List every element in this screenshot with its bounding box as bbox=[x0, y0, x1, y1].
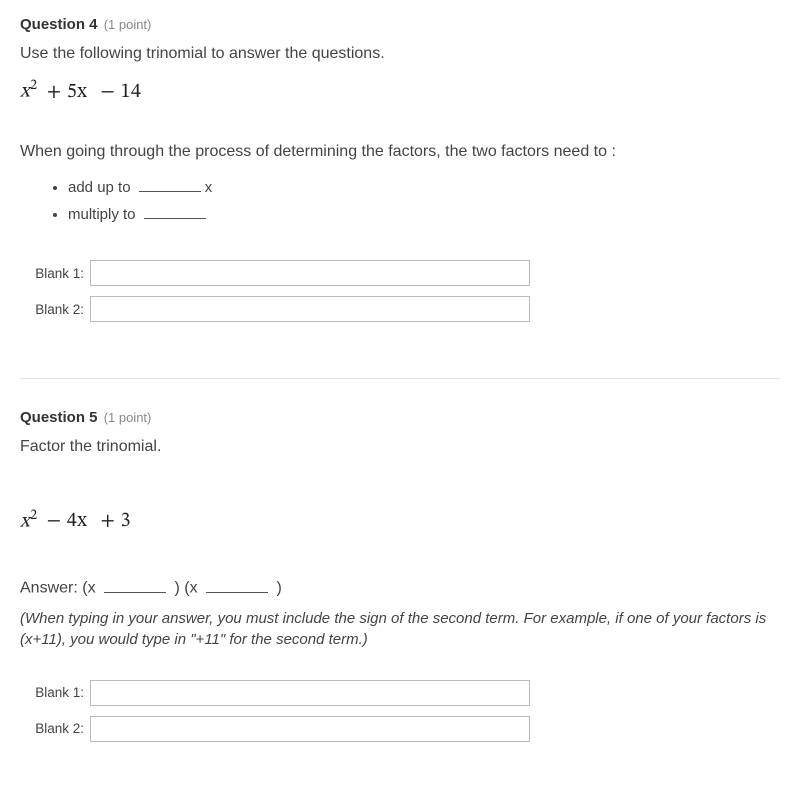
bullet-multiply: multiply to bbox=[68, 204, 780, 227]
trinomial-term-b: − 4x bbox=[47, 511, 88, 531]
q4-blank-1-input[interactable] bbox=[90, 260, 530, 286]
question-4-bullet-list: add up to x multiply to bbox=[20, 177, 780, 226]
q5-blank-1-row: Blank 1: bbox=[20, 680, 780, 706]
question-5-points: (1 point) bbox=[104, 410, 152, 425]
q5-blank-2-row: Blank 2: bbox=[20, 716, 780, 742]
fill-blank-line bbox=[206, 578, 268, 592]
trinomial-term-a: x bbox=[20, 82, 30, 102]
q4-blank-2-row: Blank 2: bbox=[20, 296, 780, 322]
question-4-label: Question 4 bbox=[20, 16, 98, 33]
trinomial-term-c: + 3 bbox=[101, 511, 132, 531]
question-4-header: Question 4 (1 point) bbox=[20, 16, 780, 33]
trinomial-term-b: + 5x bbox=[47, 82, 88, 102]
q4-blank-2-input[interactable] bbox=[90, 296, 530, 322]
answer-post: ) bbox=[272, 580, 282, 597]
q4-blank-2-label: Blank 2: bbox=[32, 302, 90, 317]
q4-blank-1-row: Blank 1: bbox=[20, 260, 780, 286]
question-4-trinomial: x2 + 5x − 14 bbox=[20, 77, 780, 105]
question-5: Question 5 (1 point) Factor the trinomia… bbox=[20, 409, 780, 779]
question-5-prompt: Factor the trinomial. bbox=[20, 436, 780, 458]
question-divider bbox=[20, 378, 780, 379]
trinomial-exp: 2 bbox=[30, 79, 37, 93]
q5-blank-1-label: Blank 1: bbox=[32, 685, 90, 700]
question-4: Question 4 (1 point) Use the following t… bbox=[20, 16, 780, 360]
bullet-1-pre: add up to bbox=[68, 179, 135, 196]
question-5-trinomial: x2 − 4x + 3 bbox=[20, 507, 780, 535]
question-4-prompt: Use the following trinomial to answer th… bbox=[20, 43, 780, 65]
question-5-label: Question 5 bbox=[20, 409, 98, 426]
bullet-1-post: x bbox=[205, 179, 213, 196]
question-5-answer-template: Answer: (x ) (x ) bbox=[20, 578, 780, 597]
fill-blank-line bbox=[104, 578, 166, 592]
question-4-subprompt: When going through the process of determ… bbox=[20, 141, 780, 163]
question-5-instruction: (When typing in your answer, you must in… bbox=[20, 608, 780, 650]
q4-blank-1-label: Blank 1: bbox=[32, 266, 90, 281]
answer-mid: ) (x bbox=[170, 580, 202, 597]
fill-blank-line bbox=[144, 205, 206, 219]
q5-blank-2-label: Blank 2: bbox=[32, 721, 90, 736]
q5-blank-2-input[interactable] bbox=[90, 716, 530, 742]
question-5-header: Question 5 (1 point) bbox=[20, 409, 780, 426]
q5-blank-1-input[interactable] bbox=[90, 680, 530, 706]
question-4-points: (1 point) bbox=[104, 17, 152, 32]
fill-blank-line bbox=[139, 179, 201, 193]
trinomial-term-a: x bbox=[20, 511, 30, 531]
answer-pre1: Answer: (x bbox=[20, 580, 100, 597]
bullet-2-pre: multiply to bbox=[68, 206, 140, 223]
bullet-add-up: add up to x bbox=[68, 177, 780, 200]
trinomial-exp: 2 bbox=[30, 509, 37, 523]
trinomial-term-c: − 14 bbox=[101, 82, 142, 102]
